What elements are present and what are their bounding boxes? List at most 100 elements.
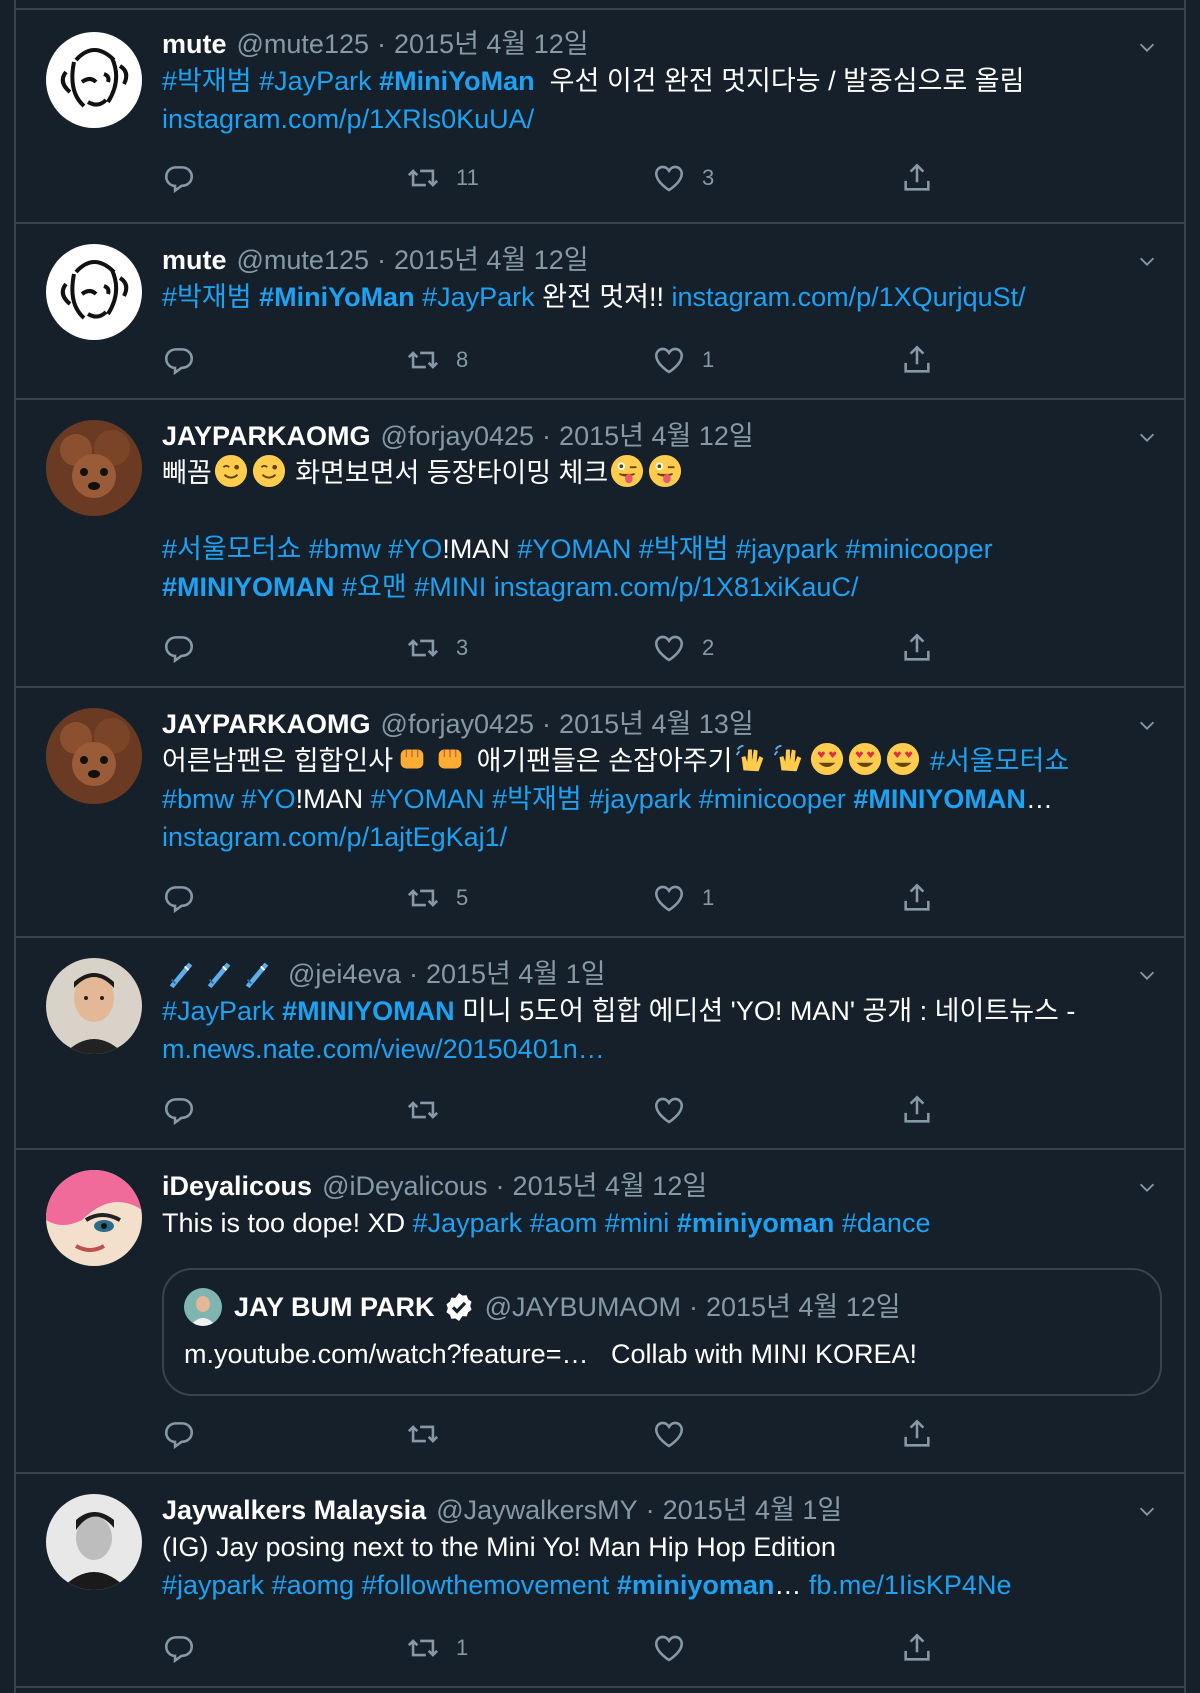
- display-name[interactable]: JAYPARKAOMG: [162, 707, 371, 741]
- tweet-date[interactable]: 2015년 4월 12일: [394, 243, 589, 277]
- chevron-down-icon[interactable]: [1136, 36, 1158, 58]
- reply-button[interactable]: [162, 158, 212, 198]
- hashtag-link[interactable]: #박재범: [162, 282, 252, 312]
- share-button[interactable]: [900, 1414, 950, 1454]
- tweet[interactable]: JAYPARKAOMG @forjay0425 · 2015년 4월 12일 빼…: [16, 400, 1184, 688]
- hashtag-link[interactable]: #YOMAN: [517, 534, 631, 564]
- user-handle[interactable]: @JaywalkersMY: [436, 1493, 637, 1527]
- like-button[interactable]: 1: [652, 878, 714, 918]
- hashtag-link[interactable]: #MINI: [414, 572, 486, 602]
- retweet-button[interactable]: [406, 1414, 456, 1454]
- display-name[interactable]: mute: [162, 27, 227, 61]
- hashtag-link[interactable]: #MINIYOMAN: [162, 572, 335, 602]
- hashtag-link[interactable]: #MiniYoMan: [379, 66, 535, 96]
- user-handle[interactable]: @jei4eva: [288, 957, 401, 991]
- hashtag-link[interactable]: #JayPark: [162, 996, 275, 1026]
- reply-button[interactable]: [162, 628, 212, 668]
- avatar[interactable]: [46, 1170, 142, 1266]
- reply-button[interactable]: [162, 1090, 212, 1130]
- share-button[interactable]: [900, 878, 950, 918]
- reply-button[interactable]: [162, 340, 212, 380]
- like-button[interactable]: [652, 1414, 702, 1454]
- hashtag-link[interactable]: #서울모터쇼: [162, 534, 301, 564]
- retweet-button[interactable]: 1: [406, 1628, 468, 1668]
- reply-button[interactable]: [162, 1628, 212, 1668]
- hashtag-link[interactable]: #mini: [605, 1208, 670, 1238]
- chevron-down-icon[interactable]: [1136, 250, 1158, 272]
- user-handle[interactable]: @forjay0425: [381, 707, 535, 741]
- like-button[interactable]: 1: [652, 340, 714, 380]
- tweet[interactable]: Jaywalkers Malaysia @JaywalkersMY · 2015…: [16, 1474, 1184, 1688]
- retweet-button[interactable]: 11: [406, 158, 479, 198]
- tweet[interactable]: JAYPARKAOMG @forjay0425 · 2015년 4월 13일 어…: [16, 688, 1184, 938]
- hashtag-link[interactable]: #aom: [530, 1208, 598, 1238]
- hashtag-link[interactable]: #YOMAN: [371, 784, 485, 814]
- retweet-button[interactable]: 5: [406, 878, 468, 918]
- hashtag-link[interactable]: #YO: [242, 784, 296, 814]
- tweet[interactable]: mute @mute125 · 2015년 4월 12일 #박재범 #JayPa…: [16, 8, 1184, 224]
- url-link[interactable]: fb.me/1IisKP4Ne: [809, 1570, 1012, 1600]
- like-button[interactable]: 3: [652, 158, 714, 198]
- user-handle[interactable]: @mute125: [237, 27, 369, 61]
- tweet-date[interactable]: 2015년 4월 12일: [513, 1169, 708, 1203]
- hashtag-link[interactable]: #MINIYOMAN: [282, 996, 455, 1026]
- quoted-tweet[interactable]: JAY BUM PARK @JAYBUMAOM · 2015년 4월 12일 m…: [162, 1268, 1162, 1396]
- share-button[interactable]: [900, 1628, 950, 1668]
- chevron-down-icon[interactable]: [1136, 426, 1158, 448]
- hashtag-link[interactable]: #MiniYoMan: [259, 282, 415, 312]
- hashtag-link[interactable]: #박재범: [162, 66, 252, 96]
- hashtag-link[interactable]: #jaypark: [736, 534, 838, 564]
- like-button[interactable]: [652, 1628, 702, 1668]
- hashtag-link[interactable]: #jaypark: [589, 784, 691, 814]
- hashtag-link[interactable]: #miniyoman: [677, 1208, 835, 1238]
- display-name[interactable]: Jaywalkers Malaysia: [162, 1493, 426, 1527]
- tweet[interactable]: @jei4eva · 2015년 4월 1일 #JayPark #MINIYOM…: [16, 938, 1184, 1150]
- share-button[interactable]: [900, 1090, 950, 1130]
- url-link[interactable]: instagram.com/p/1XQurjquSt/: [672, 282, 1026, 312]
- user-handle[interactable]: @forjay0425: [381, 419, 535, 453]
- hashtag-link[interactable]: #miniyoman: [617, 1570, 775, 1600]
- avatar[interactable]: [46, 244, 142, 340]
- hashtag-link[interactable]: #박재범: [639, 534, 729, 564]
- hashtag-link[interactable]: #jaypark: [162, 1570, 264, 1600]
- url-link[interactable]: instagram.com/p/1ajtEgKaj1/: [162, 822, 507, 852]
- share-button[interactable]: [900, 628, 950, 668]
- url-link[interactable]: instagram.com/p/1XRls0KuUA/: [162, 104, 534, 134]
- like-button[interactable]: [652, 1090, 702, 1130]
- hashtag-link[interactable]: #서울모터쇼: [930, 746, 1069, 776]
- share-button[interactable]: [900, 158, 950, 198]
- hashtag-link[interactable]: #minicooper: [699, 784, 846, 814]
- url-link[interactable]: m.news.nate.com/view/20150401n…: [162, 1034, 605, 1064]
- avatar[interactable]: [46, 32, 142, 128]
- chevron-down-icon[interactable]: [1136, 1176, 1158, 1198]
- display-name[interactable]: iDeyalicous: [162, 1169, 312, 1203]
- share-button[interactable]: [900, 340, 950, 380]
- hashtag-link[interactable]: #minicooper: [846, 534, 993, 564]
- tweet[interactable]: mute @mute125 · 2015년 4월 12일 #박재범 #MiniY…: [16, 224, 1184, 400]
- reply-button[interactable]: [162, 878, 212, 918]
- tweet-date[interactable]: 2015년 4월 12일: [394, 27, 589, 61]
- user-handle[interactable]: @iDeyalicous: [322, 1169, 487, 1203]
- hashtag-link[interactable]: #박재범: [492, 784, 582, 814]
- hashtag-link[interactable]: #aomg: [272, 1570, 355, 1600]
- avatar[interactable]: [46, 708, 142, 804]
- hashtag-link[interactable]: #JayPark: [422, 282, 535, 312]
- hashtag-link[interactable]: #Jaypark: [413, 1208, 523, 1238]
- like-button[interactable]: 2: [652, 628, 714, 668]
- display-name[interactable]: JAYPARKAOMG: [162, 419, 371, 453]
- reply-button[interactable]: [162, 1414, 212, 1454]
- user-handle[interactable]: @mute125: [237, 243, 369, 277]
- hashtag-link[interactable]: #followthemovement: [362, 1570, 610, 1600]
- tweet-date[interactable]: 2015년 4월 13일: [559, 707, 754, 741]
- hashtag-link[interactable]: #요맨: [342, 572, 407, 602]
- tweet[interactable]: iDeyalicous @iDeyalicous · 2015년 4월 12일 …: [16, 1150, 1184, 1474]
- chevron-down-icon[interactable]: [1136, 964, 1158, 986]
- url-link[interactable]: instagram.com/p/1X81xiKauC/: [494, 572, 859, 602]
- retweet-button[interactable]: [406, 1090, 456, 1130]
- hashtag-link[interactable]: #bmw: [309, 534, 381, 564]
- tweet-date[interactable]: 2015년 4월 1일: [426, 957, 606, 991]
- avatar[interactable]: [46, 420, 142, 516]
- retweet-button[interactable]: 8: [406, 340, 468, 380]
- hashtag-link[interactable]: #YO: [388, 534, 442, 564]
- display-name[interactable]: mute: [162, 243, 227, 277]
